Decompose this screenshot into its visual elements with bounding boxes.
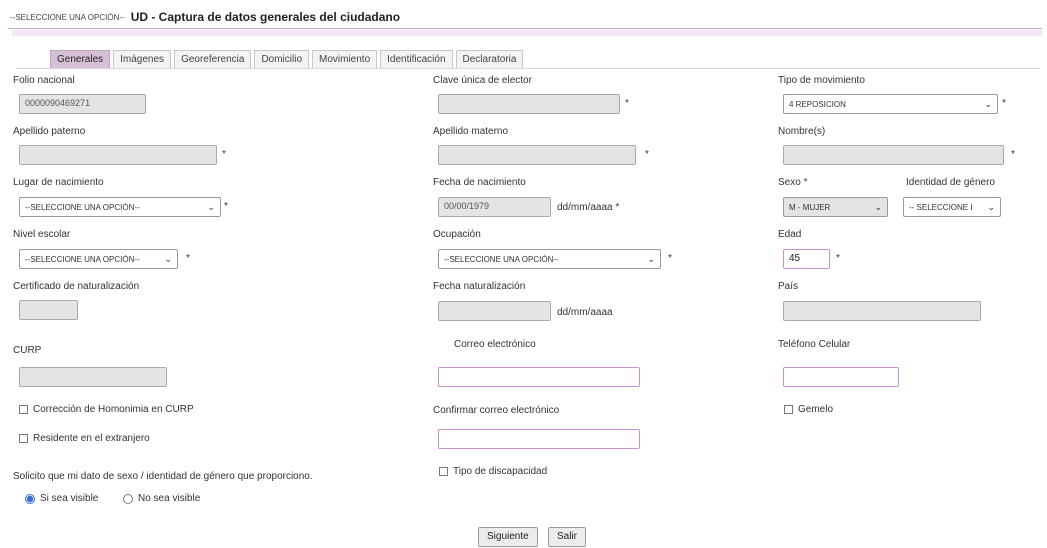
tipo-mov-required: * [1002, 98, 1006, 109]
pais-label: País [778, 281, 799, 292]
certificado-field[interactable] [19, 300, 78, 320]
chevron-down-icon: ⌄ [984, 98, 992, 109]
tipo-mov-select[interactable]: 4 REPOSICION ⌄ [783, 94, 998, 114]
page-title: UD - Captura de datos generales del ciud… [130, 10, 401, 24]
folio-label: Folio nacional [13, 75, 75, 86]
sexo-select[interactable]: M - MUJER ⌄ [783, 197, 888, 217]
tab-generales[interactable]: Generales [50, 50, 111, 69]
identidad-value: -- SELECCIONE I [909, 202, 973, 212]
fecha-nac-field[interactable]: 00/00/1979 [438, 197, 551, 217]
tipo-mov-label: Tipo de movimiento [778, 75, 865, 86]
telefono-field[interactable] [783, 367, 899, 387]
visible-yes-label: Si sea visible [40, 493, 99, 504]
nivel-value: --SELECCIONE UNA OPCIÓN-- [25, 254, 140, 264]
ap-materno-required: * [645, 149, 649, 160]
lugar-nac-label: Lugar de nacimiento [13, 177, 104, 188]
discapacidad-checkbox[interactable]: Tipo de discapacidad [439, 466, 547, 477]
ap-paterno-required: * [222, 149, 226, 160]
ap-paterno-label: Apellido paterno [13, 126, 86, 137]
certificado-label: Certificado de naturalización [13, 281, 140, 292]
chevron-down-icon: ⌄ [647, 253, 655, 264]
fecha-nat-format: dd/mm/aaaa [557, 307, 613, 318]
chevron-down-icon: ⌄ [164, 253, 172, 264]
main-frame: --SELECCIONE UNA OPCIÓN-- UD - Captura d… [8, 6, 1042, 547]
sexo-value: M - MUJER [789, 202, 831, 212]
tab-identificacion[interactable]: Identificación [380, 50, 453, 69]
ocupacion-select[interactable]: --SELECCIONE UNA OPCIÓN-- ⌄ [438, 249, 661, 269]
nombres-label: Nombre(s) [778, 126, 826, 137]
tipo-mov-value: 4 REPOSICION [789, 99, 846, 109]
nivel-select[interactable]: --SELECCIONE UNA OPCIÓN-- ⌄ [19, 249, 178, 269]
lugar-nac-select[interactable]: --SELECCIONE UNA OPCIÓN-- ⌄ [19, 197, 221, 217]
nombres-field[interactable] [783, 145, 1004, 165]
ocupacion-value: --SELECCIONE UNA OPCIÓN-- [444, 254, 559, 264]
radio-button[interactable] [123, 493, 133, 504]
lugar-nac-value: --SELECCIONE UNA OPCIÓN-- [25, 202, 140, 212]
curp-field[interactable] [19, 367, 167, 387]
checkbox-box[interactable] [784, 405, 793, 414]
edad-field[interactable]: 45 [783, 249, 830, 269]
checkbox-box[interactable] [19, 405, 28, 414]
tab-imagenes[interactable]: Imágenes [113, 50, 172, 69]
edad-label: Edad [778, 229, 802, 240]
lugar-nac-required: * [224, 201, 228, 212]
confirmar-field[interactable] [438, 429, 640, 449]
confirmar-label: Confirmar correo electrónico [433, 405, 560, 416]
tab-declaratoria[interactable]: Declaratoria [455, 50, 524, 69]
nivel-label: Nivel escolar [13, 229, 71, 240]
fecha-nac-format: dd/mm/aaaa * [557, 202, 620, 213]
ocupacion-required: * [668, 253, 672, 264]
visibility-prompt: Solicito que mi dato de sexo / identidad… [13, 471, 313, 482]
homonimia-checkbox[interactable]: Corrección de Homonimia en CURP [19, 404, 194, 415]
sexo-label: Sexo * [778, 177, 808, 188]
next-button[interactable]: Siguiente [478, 527, 538, 547]
radio-button[interactable] [25, 493, 35, 504]
visible-no-label: No sea visible [138, 493, 201, 504]
tab-movimiento[interactable]: Movimiento [312, 50, 378, 69]
chevron-down-icon: ⌄ [987, 201, 995, 212]
visible-no-radio[interactable]: No sea visible [123, 493, 200, 504]
tab-divider [16, 68, 1040, 69]
identidad-label: Identidad de género [906, 177, 995, 188]
residente-label: Residente en el extranjero [33, 433, 150, 444]
tab-georeferencia[interactable]: Georeferencia [174, 50, 252, 69]
clave-label: Clave única de elector [433, 75, 532, 86]
tab-domicilio[interactable]: Domicilio [254, 50, 309, 69]
header-band [12, 30, 1042, 36]
chevron-down-icon: ⌄ [874, 201, 882, 212]
gemelo-label: Gemelo [798, 404, 834, 415]
visible-yes-radio[interactable]: Si sea visible [25, 493, 98, 504]
ap-materno-field[interactable] [438, 145, 636, 165]
identidad-select[interactable]: -- SELECCIONE I ⌄ [903, 197, 1001, 217]
correo-label: Correo electrónico [454, 339, 536, 350]
clave-field[interactable] [438, 94, 620, 114]
gemelo-checkbox[interactable]: Gemelo [784, 404, 833, 415]
nombres-required: * [1011, 149, 1015, 160]
chevron-down-icon: ⌄ [207, 201, 215, 212]
pais-field[interactable] [783, 301, 981, 321]
header-selector[interactable]: --SELECCIONE UNA OPCIÓN-- [10, 13, 125, 22]
exit-button[interactable]: Salir [548, 527, 587, 547]
folio-field[interactable]: 0000090469271 [19, 94, 146, 114]
telefono-label: Teléfono Celular [778, 339, 851, 350]
page-header: --SELECCIONE UNA OPCIÓN-- UD - Captura d… [8, 6, 1042, 29]
fecha-nat-field[interactable] [438, 301, 551, 321]
fecha-nat-label: Fecha naturalización [433, 281, 526, 292]
correo-field[interactable] [438, 367, 640, 387]
edad-required: * [836, 253, 840, 264]
discapacidad-label: Tipo de discapacidad [453, 466, 548, 477]
checkbox-box[interactable] [439, 467, 448, 476]
homonimia-label: Corrección de Homonimia en CURP [33, 404, 194, 415]
ocupacion-label: Ocupación [433, 229, 481, 240]
checkbox-box[interactable] [19, 434, 28, 443]
ap-paterno-field[interactable] [19, 145, 217, 165]
clave-required: * [625, 98, 629, 109]
ap-materno-label: Apellido materno [433, 126, 509, 137]
residente-checkbox[interactable]: Residente en el extranjero [19, 433, 150, 444]
curp-label: CURP [13, 345, 42, 356]
fecha-nac-label: Fecha de nacimiento [433, 177, 526, 188]
nivel-required: * [186, 253, 190, 264]
tab-bar: Generales Imágenes Georeferencia Domicil… [50, 50, 524, 69]
